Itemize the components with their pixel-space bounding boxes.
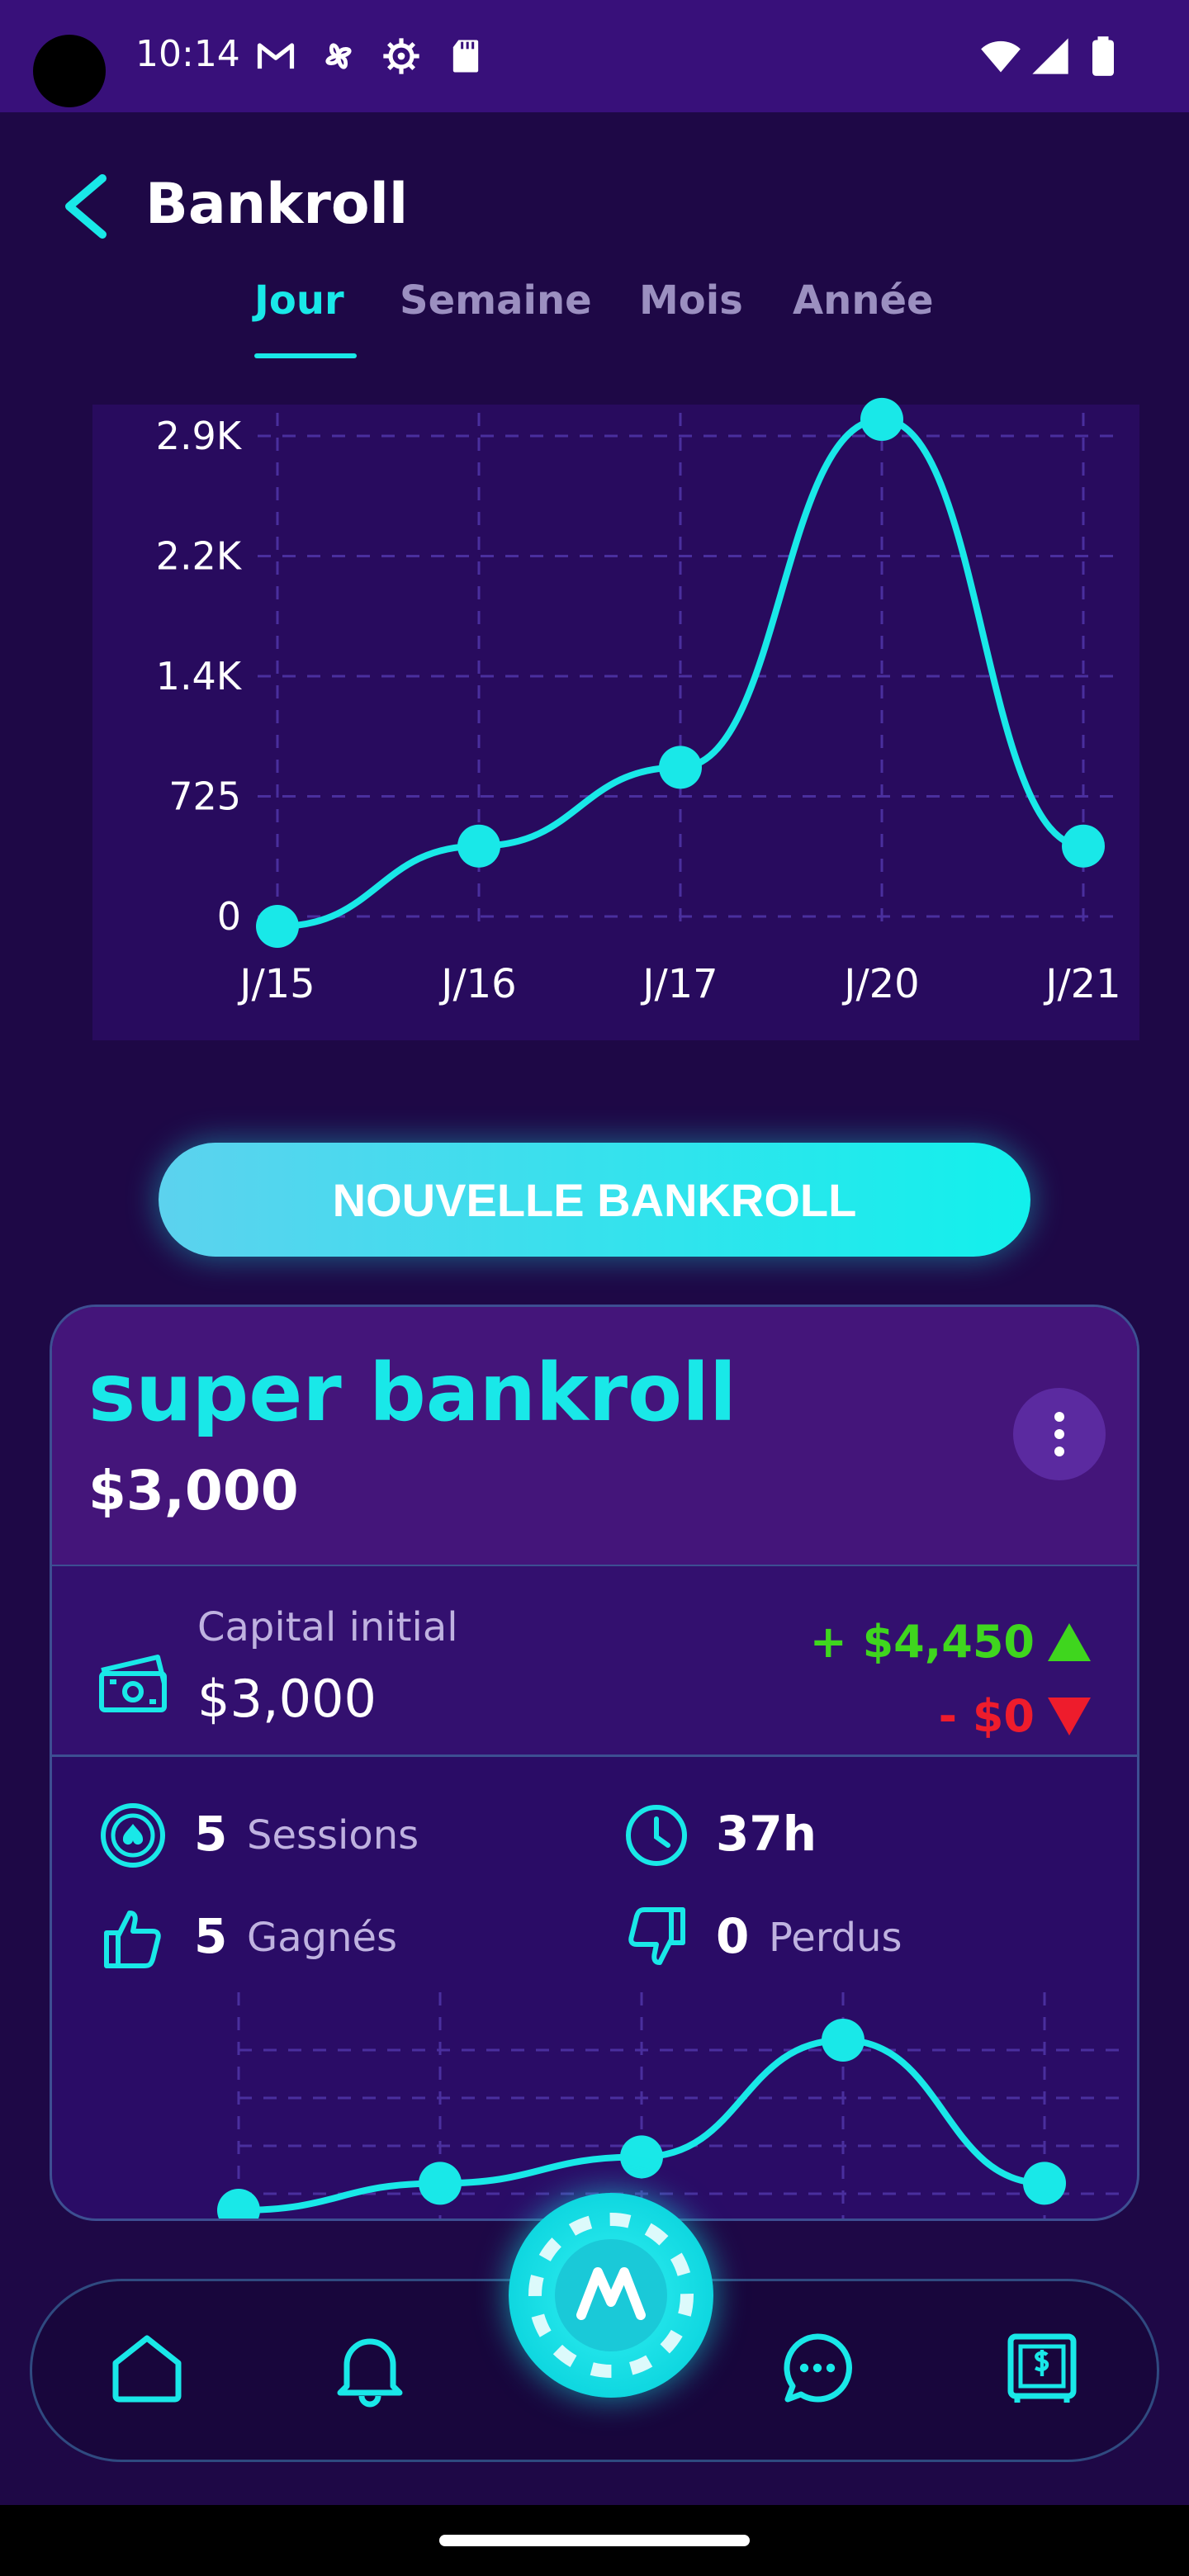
- chart-point[interactable]: [659, 746, 702, 789]
- mini-chart-point[interactable]: [217, 2189, 260, 2221]
- sd-card-icon: [444, 35, 487, 78]
- clock-icon: [626, 1805, 687, 1866]
- poker-chip-icon: [101, 1803, 165, 1868]
- nav-bankroll[interactable]: [1001, 2327, 1083, 2409]
- new-bankroll-button[interactable]: NOUVELLE BANKROLL: [159, 1143, 1030, 1257]
- bankroll-balance: $3,000: [88, 1459, 299, 1522]
- poker-chip-logo-icon: [528, 2213, 694, 2378]
- lost-label: Perdus: [769, 1915, 902, 1961]
- capital-label: Capital initial: [197, 1604, 458, 1650]
- card-menu-button[interactable]: [1013, 1388, 1106, 1480]
- gmail-icon: [254, 35, 297, 78]
- chat-icon: [784, 2333, 852, 2403]
- wifi-icon: [979, 35, 1022, 78]
- nav-home[interactable]: [106, 2327, 188, 2409]
- back-button[interactable]: [56, 172, 114, 241]
- triangle-up-icon: [1048, 1622, 1091, 1661]
- total-duration: 37h: [716, 1806, 817, 1862]
- battery-icon: [1082, 35, 1125, 78]
- capital-row: Capital initial $3,000 + $4,450 - $0: [52, 1566, 1137, 1754]
- bankroll-card[interactable]: super bankroll $3,000 Capital initial $3…: [50, 1305, 1139, 2221]
- thumbs-down-icon: [628, 1907, 685, 1965]
- lost-count: 0: [716, 1908, 750, 1964]
- sessions-label: Sessions: [247, 1812, 419, 1859]
- triangle-down-icon: [1048, 1697, 1091, 1735]
- pinwheel-icon: [317, 35, 360, 78]
- safe-icon: [1007, 2333, 1077, 2403]
- capital-value: $3,000: [197, 1669, 377, 1729]
- bankroll-name: super bankroll: [88, 1347, 737, 1439]
- won-count: 5: [194, 1908, 228, 1964]
- home-icon: [112, 2335, 182, 2403]
- mini-chart-series-line: [235, 2036, 1048, 2214]
- mini-chart-point[interactable]: [419, 2162, 462, 2205]
- more-vertical-icon: [1054, 1412, 1064, 1422]
- home-gesture-pill[interactable]: [439, 2535, 750, 2546]
- loss-amount: - $0: [939, 1690, 1091, 1742]
- tab-annee[interactable]: Année: [793, 277, 934, 324]
- settings-icon: [380, 35, 423, 78]
- chevron-left-icon: [65, 174, 107, 239]
- sessions-count: 5: [194, 1806, 228, 1862]
- mini-chart-point[interactable]: [1023, 2162, 1066, 2205]
- bell-icon: [337, 2338, 403, 2408]
- chart-point[interactable]: [1062, 824, 1105, 868]
- signal-icon: [1029, 35, 1072, 78]
- nav-center-chip[interactable]: [509, 2193, 713, 2398]
- nav-chat[interactable]: [776, 2327, 859, 2409]
- active-tab-indicator: [254, 353, 357, 358]
- tab-jour[interactable]: Jour: [254, 277, 344, 324]
- chart-panel: [92, 405, 1139, 1040]
- page-title: Bankroll: [145, 172, 409, 237]
- status-time: 10:14: [135, 33, 240, 75]
- won-label: Gagnés: [247, 1915, 398, 1961]
- gain-amount: + $4,450: [810, 1616, 1091, 1668]
- chart-point[interactable]: [860, 397, 903, 441]
- front-camera: [33, 35, 106, 107]
- nav-notifications[interactable]: [329, 2327, 411, 2409]
- chart-point[interactable]: [457, 824, 500, 868]
- mini-chart-point[interactable]: [822, 2018, 865, 2062]
- cash-icon: [99, 1655, 167, 1712]
- divider: [52, 1754, 1137, 1757]
- thumbs-up-icon: [104, 1911, 161, 1968]
- mini-chart-point[interactable]: [620, 2135, 663, 2179]
- tab-semaine[interactable]: Semaine: [400, 277, 592, 324]
- chart-point[interactable]: [256, 905, 299, 949]
- tab-mois[interactable]: Mois: [639, 277, 743, 324]
